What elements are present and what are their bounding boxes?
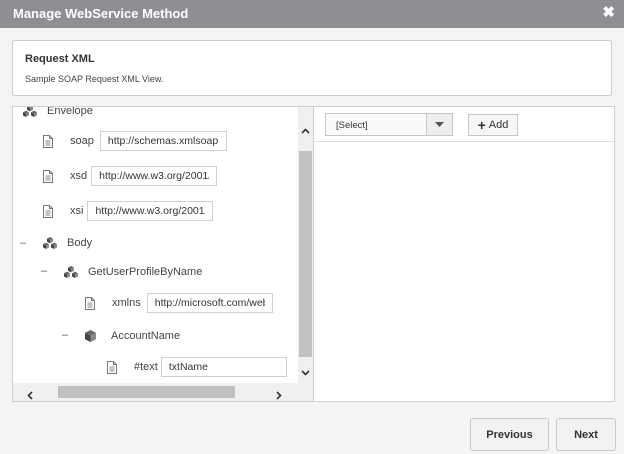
attribute-label: xmlns <box>112 297 141 309</box>
previous-button[interactable]: Previous <box>470 418 549 451</box>
collapse-toggle[interactable]: – <box>18 238 28 249</box>
dialog-titlebar: Manage WebService Method ✖ <box>0 0 624 28</box>
description-text: Sample SOAP Request XML View. <box>25 74 164 84</box>
scroll-up-arrow-icon[interactable] <box>301 121 310 139</box>
tree-node-body[interactable]: Body <box>42 232 92 254</box>
dialog-title: Manage WebService Method <box>13 6 189 21</box>
horizontal-scrollbar[interactable] <box>13 383 298 401</box>
attribute-label: xsd <box>70 170 88 182</box>
method-select[interactable]: [Select] <box>325 113 453 136</box>
horizontal-scroll-thumb[interactable] <box>58 386 235 398</box>
panel-divider <box>313 107 314 401</box>
tree-node-xmlns-attr[interactable]: xmlns <box>85 292 273 314</box>
scroll-down-arrow-icon[interactable] <box>301 363 310 381</box>
xsd-namespace-field[interactable] <box>91 166 218 186</box>
scroll-left-arrow-icon[interactable] <box>27 387 33 401</box>
tree-node-getuserprofilebyname[interactable]: GetUserProfileByName <box>63 261 202 283</box>
description-panel: Request XML Sample SOAP Request XML View… <box>12 40 612 96</box>
scrollbar-corner <box>298 383 313 401</box>
dropdown-button[interactable] <box>426 114 452 135</box>
tree-node-xsi-attr[interactable]: xsi <box>43 200 214 222</box>
attribute-document-icon <box>107 360 117 374</box>
tree-node-envelope[interactable]: Envelope <box>22 107 93 122</box>
tree-node-xsd-attr[interactable]: xsd <box>43 165 218 187</box>
xsi-namespace-field[interactable] <box>87 201 214 221</box>
description-title: Request XML <box>25 53 95 65</box>
collapse-toggle[interactable]: – <box>39 266 49 277</box>
attribute-document-icon <box>85 296 95 310</box>
element-node-icon <box>42 237 58 249</box>
text-value-field[interactable] <box>160 357 287 377</box>
select-value: [Select] <box>336 120 368 131</box>
vertical-scrollbar[interactable] <box>298 107 313 383</box>
xml-editor-panel: Envelope soap xsd xsi – <box>12 106 615 402</box>
tree-node-text[interactable]: #text <box>107 356 287 378</box>
attribute-document-icon <box>43 204 53 218</box>
add-button-label: Add <box>488 119 509 131</box>
tree-node-soap-attr[interactable]: soap <box>43 130 227 152</box>
node-label: Envelope <box>47 107 93 117</box>
attribute-document-icon <box>43 134 53 148</box>
element-node-icon <box>22 107 38 117</box>
collapse-toggle[interactable]: – <box>60 330 70 341</box>
attribute-document-icon <box>43 169 53 183</box>
soap-namespace-field[interactable] <box>99 131 227 151</box>
caret-down-icon <box>435 122 444 127</box>
node-label: AccountName <box>111 330 181 342</box>
attribute-label: xsi <box>70 205 84 217</box>
scroll-right-arrow-icon[interactable] <box>276 387 282 401</box>
add-button[interactable]: + Add <box>468 114 518 136</box>
xmlns-namespace-field[interactable] <box>146 293 273 313</box>
node-label: GetUserProfileByName <box>88 266 203 278</box>
next-button[interactable]: Next <box>556 418 616 451</box>
element-node-icon <box>63 266 79 278</box>
single-element-cube-icon <box>85 330 96 342</box>
attribute-label: soap <box>70 135 94 147</box>
vertical-scroll-thumb[interactable] <box>299 151 312 357</box>
node-label: Body <box>67 237 93 249</box>
method-toolbar: [Select] + Add <box>314 107 614 142</box>
attribute-label: #text <box>134 361 158 373</box>
close-icon[interactable]: ✖ <box>602 5 615 21</box>
plus-icon: + <box>477 117 486 133</box>
xml-tree: Envelope soap xsd xsi – <box>13 107 298 383</box>
tree-node-accountname[interactable]: AccountName <box>85 325 180 347</box>
